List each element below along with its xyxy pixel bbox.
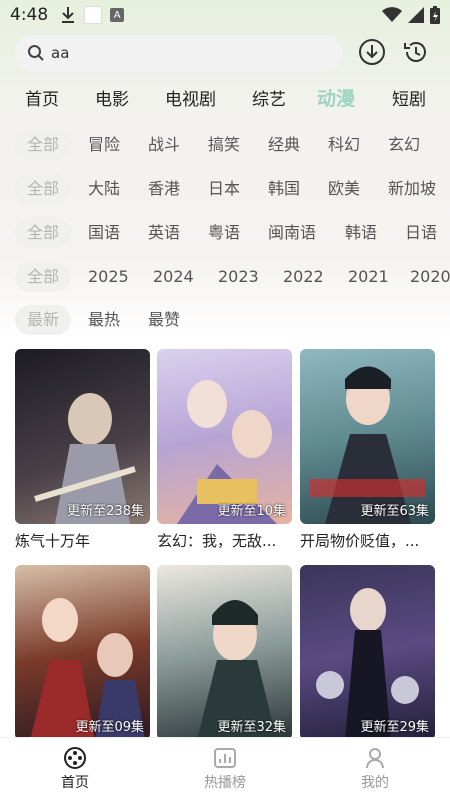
search-bar[interactable] bbox=[15, 35, 342, 71]
anime-card[interactable]: 更新至29集 bbox=[300, 565, 435, 740]
anime-card[interactable]: 更新至10集 玄幻：我，无敌... bbox=[157, 349, 292, 551]
bottom-navigation: 首页 热播榜 我的 bbox=[0, 737, 450, 800]
status-time: 4:48 bbox=[10, 5, 49, 25]
poster-image: 更新至29集 bbox=[300, 565, 435, 740]
poster-image: 更新至32集 bbox=[157, 565, 292, 740]
genre-chip[interactable]: 玄幻 bbox=[388, 130, 420, 160]
user-icon bbox=[366, 748, 384, 769]
download-button[interactable] bbox=[357, 37, 387, 67]
poster-illustration bbox=[30, 598, 145, 740]
nav-trending[interactable]: 热播榜 bbox=[150, 738, 300, 800]
app-a-icon: A bbox=[110, 8, 125, 22]
episode-update-label: 更新至32集 bbox=[217, 720, 286, 735]
language-chip[interactable]: 粤语 bbox=[208, 218, 240, 248]
episode-update-label: 更新至29集 bbox=[360, 720, 429, 735]
download-icon bbox=[62, 7, 75, 23]
episode-update-label: 更新至10集 bbox=[217, 504, 286, 519]
anime-card[interactable]: 更新至09集 bbox=[15, 565, 150, 740]
language-chip-all[interactable]: 全部 bbox=[15, 218, 72, 248]
language-chip[interactable]: 韩语 bbox=[345, 218, 377, 248]
year-chip[interactable]: 2020 bbox=[410, 262, 450, 292]
tab-variety[interactable]: 综艺 bbox=[252, 85, 286, 110]
region-chip[interactable]: 欧美 bbox=[328, 174, 360, 204]
episode-update-label: 更新至238集 bbox=[67, 504, 144, 519]
anime-card[interactable]: 更新至63集 开局物价贬值，... bbox=[300, 349, 435, 551]
card-title: 玄幻：我，无敌... bbox=[157, 532, 277, 550]
genre-chip-all[interactable]: 全部 bbox=[15, 130, 72, 160]
search-icon bbox=[28, 45, 44, 61]
nav-trending-label: 热播榜 bbox=[204, 775, 246, 791]
anime-card[interactable]: 更新至238集 炼气十万年 bbox=[15, 349, 150, 551]
nav-home[interactable]: 首页 bbox=[0, 738, 150, 800]
poster-illustration bbox=[197, 600, 277, 740]
region-chip[interactable]: 韩国 bbox=[268, 174, 300, 204]
poster-illustration bbox=[310, 366, 425, 524]
battery-icon bbox=[430, 6, 440, 24]
nav-profile[interactable]: 我的 bbox=[300, 738, 450, 800]
tab-anime[interactable]: 动漫 bbox=[317, 84, 355, 111]
language-chip[interactable]: 闽南语 bbox=[268, 218, 316, 248]
year-filter-row: 全部 2025 2024 2023 2022 2021 2020 bbox=[0, 262, 450, 296]
episode-update-label: 更新至09集 bbox=[75, 720, 144, 735]
notification-square-icon bbox=[84, 6, 103, 24]
language-filter-row: 全部 国语 英语 粤语 闽南语 韩语 日语 bbox=[0, 218, 450, 252]
language-chip[interactable]: 英语 bbox=[148, 218, 180, 248]
history-button[interactable] bbox=[401, 37, 431, 67]
year-chip[interactable]: 2022 bbox=[283, 262, 324, 292]
history-icon bbox=[404, 42, 426, 62]
poster-image: 更新至63集 bbox=[300, 349, 435, 524]
sort-chip-most-liked[interactable]: 最赞 bbox=[148, 305, 180, 335]
language-chip[interactable]: 国语 bbox=[88, 218, 120, 248]
poster-illustration bbox=[316, 588, 419, 740]
film-reel-icon bbox=[64, 747, 86, 769]
genre-chip[interactable]: 科幻 bbox=[328, 130, 360, 160]
year-chip[interactable]: 2025 bbox=[88, 262, 129, 292]
genre-chip[interactable]: 经典 bbox=[268, 130, 300, 160]
category-tabs: 首页 电影 电视剧 综艺 动漫 短剧 bbox=[0, 82, 450, 112]
card-title: 开局物价贬值，... bbox=[300, 532, 420, 550]
status-bar: 4:48 A bbox=[0, 0, 450, 30]
sort-filter-row: 最新 最热 最赞 bbox=[0, 305, 450, 339]
chart-icon bbox=[214, 748, 236, 768]
year-chip[interactable]: 2023 bbox=[218, 262, 259, 292]
card-title: 炼气十万年 bbox=[15, 532, 91, 550]
region-chip[interactable]: 大陆 bbox=[88, 174, 120, 204]
anime-card[interactable]: 更新至32集 bbox=[157, 565, 292, 740]
tab-movies[interactable]: 电影 bbox=[95, 85, 129, 110]
tab-home[interactable]: 首页 bbox=[25, 85, 59, 110]
download-circle-icon bbox=[359, 39, 385, 65]
nav-home-label: 首页 bbox=[61, 775, 89, 791]
region-chip-all[interactable]: 全部 bbox=[15, 174, 72, 204]
language-chip[interactable]: 日语 bbox=[405, 218, 437, 248]
genre-chip[interactable]: 搞笑 bbox=[208, 130, 240, 160]
year-chip-all[interactable]: 全部 bbox=[15, 262, 72, 292]
poster-image: 更新至09集 bbox=[15, 565, 150, 740]
year-chip[interactable]: 2021 bbox=[348, 262, 389, 292]
genre-chip[interactable]: 冒险 bbox=[88, 130, 120, 160]
region-chip[interactable]: 香港 bbox=[148, 174, 180, 204]
wifi-icon bbox=[382, 7, 402, 22]
genre-chip[interactable]: 战斗 bbox=[148, 130, 180, 160]
poster-illustration bbox=[177, 380, 277, 524]
search-input[interactable] bbox=[51, 44, 311, 62]
region-chip[interactable]: 新加坡 bbox=[388, 174, 436, 204]
sort-chip-hottest[interactable]: 最热 bbox=[88, 305, 120, 335]
tab-short-drama[interactable]: 短剧 bbox=[392, 85, 426, 110]
year-chip[interactable]: 2024 bbox=[153, 262, 194, 292]
poster-image: 更新至238集 bbox=[15, 349, 150, 524]
genre-filter-row: 全部 冒险 战斗 搞笑 经典 科幻 玄幻 bbox=[0, 130, 450, 164]
signal-icon bbox=[408, 7, 424, 23]
region-filter-row: 全部 大陆 香港 日本 韩国 欧美 新加坡 bbox=[0, 174, 450, 208]
poster-image: 更新至10集 bbox=[157, 349, 292, 524]
poster-illustration bbox=[34, 393, 136, 524]
sort-chip-newest[interactable]: 最新 bbox=[15, 305, 72, 335]
region-chip[interactable]: 日本 bbox=[208, 174, 240, 204]
nav-profile-label: 我的 bbox=[361, 775, 389, 791]
episode-update-label: 更新至63集 bbox=[360, 504, 429, 519]
tab-tv-series[interactable]: 电视剧 bbox=[165, 85, 216, 110]
